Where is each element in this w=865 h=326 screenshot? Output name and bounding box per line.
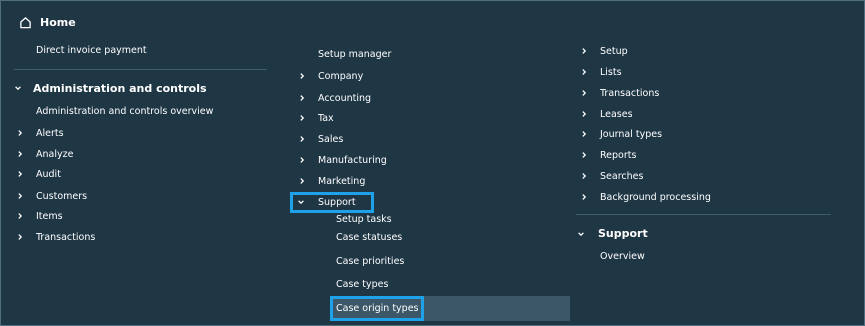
menu-item-marketing[interactable]: Marketing bbox=[318, 176, 365, 187]
direct-invoice-payment-link[interactable]: Direct invoice payment bbox=[36, 45, 147, 56]
chevron-right-icon[interactable] bbox=[297, 155, 307, 165]
menu-item-customers[interactable]: Customers bbox=[36, 191, 87, 202]
menu-item-analyze[interactable]: Analyze bbox=[36, 149, 73, 160]
chevron-right-icon[interactable] bbox=[579, 46, 589, 56]
chevron-right-icon[interactable] bbox=[579, 129, 589, 139]
support-section-header[interactable]: Support bbox=[598, 227, 648, 240]
menu-item-tax[interactable]: Tax bbox=[318, 113, 334, 124]
menu-item-sales[interactable]: Sales bbox=[318, 134, 343, 145]
chevron-right-icon[interactable] bbox=[15, 191, 25, 201]
chevron-right-icon[interactable] bbox=[579, 150, 589, 160]
administration-overview-link[interactable]: Administration and controls overview bbox=[36, 106, 213, 117]
chevron-right-icon[interactable] bbox=[579, 88, 589, 98]
menu-item-transactions[interactable]: Transactions bbox=[36, 232, 95, 243]
menu-item-lists[interactable]: Lists bbox=[600, 67, 622, 78]
chevron-right-icon[interactable] bbox=[297, 113, 307, 123]
left-divider bbox=[14, 69, 267, 70]
setup-manager-link[interactable]: Setup manager bbox=[318, 49, 391, 60]
menu-item-leases[interactable]: Leases bbox=[600, 109, 633, 120]
menu-item-audit[interactable]: Audit bbox=[36, 169, 61, 180]
menu-item-setup[interactable]: Setup bbox=[600, 46, 628, 57]
administration-and-controls-header[interactable]: Administration and controls bbox=[33, 82, 207, 95]
chevron-right-icon[interactable] bbox=[297, 134, 307, 144]
submenu-item-case-types[interactable]: Case types bbox=[336, 279, 388, 290]
chevron-down-icon[interactable] bbox=[13, 83, 23, 93]
chevron-right-icon[interactable] bbox=[579, 109, 589, 119]
chevron-right-icon[interactable] bbox=[15, 149, 25, 159]
menu-item-transactions-right[interactable]: Transactions bbox=[600, 88, 659, 99]
menu-item-accounting[interactable]: Accounting bbox=[318, 93, 371, 104]
chevron-right-icon[interactable] bbox=[15, 211, 25, 221]
menu-item-items[interactable]: Items bbox=[36, 211, 63, 222]
menu-item-company[interactable]: Company bbox=[318, 71, 363, 82]
chevron-right-icon[interactable] bbox=[15, 232, 25, 242]
submenu-item-case-origin-types[interactable]: Case origin types bbox=[336, 303, 419, 314]
menu-item-journal-types[interactable]: Journal types bbox=[600, 129, 662, 140]
menu-item-manufacturing[interactable]: Manufacturing bbox=[318, 155, 387, 166]
chevron-right-icon[interactable] bbox=[15, 128, 25, 138]
chevron-right-icon[interactable] bbox=[579, 171, 589, 181]
chevron-right-icon[interactable] bbox=[297, 71, 307, 81]
submenu-item-setup-tasks[interactable]: Setup tasks bbox=[336, 214, 392, 225]
chevron-right-icon[interactable] bbox=[297, 176, 307, 186]
menu-item-background-processing[interactable]: Background processing bbox=[600, 192, 711, 203]
home-icon[interactable] bbox=[19, 14, 32, 29]
chevron-right-icon[interactable] bbox=[579, 67, 589, 77]
chevron-right-icon[interactable] bbox=[579, 192, 589, 202]
chevron-down-icon[interactable] bbox=[576, 229, 586, 239]
menu-item-alerts[interactable]: Alerts bbox=[36, 128, 64, 139]
menu-item-searches[interactable]: Searches bbox=[600, 171, 643, 182]
menu-item-support[interactable]: Support bbox=[318, 197, 356, 208]
home-link[interactable]: Home bbox=[40, 16, 76, 29]
chevron-down-icon[interactable] bbox=[296, 197, 306, 207]
support-overview-link[interactable]: Overview bbox=[600, 251, 645, 262]
menu-item-reports[interactable]: Reports bbox=[600, 150, 636, 161]
chevron-right-icon[interactable] bbox=[15, 169, 25, 179]
submenu-item-case-priorities[interactable]: Case priorities bbox=[336, 256, 404, 267]
submenu-item-case-statuses[interactable]: Case statuses bbox=[336, 232, 402, 243]
chevron-right-icon[interactable] bbox=[297, 93, 307, 103]
right-divider bbox=[576, 214, 831, 215]
